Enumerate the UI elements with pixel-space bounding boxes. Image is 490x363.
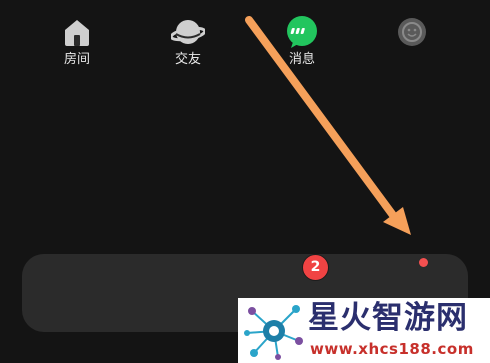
watermark-url: www.xhcs188.com <box>310 340 474 358</box>
watermark-title: 星火智游网 <box>308 300 468 336</box>
planet-icon <box>169 15 207 49</box>
tab-friends[interactable]: 交友 <box>148 0 228 78</box>
smile-face-icon <box>395 15 429 49</box>
profile-notification-dot <box>419 258 428 267</box>
tab-friends-label: 交友 <box>174 52 201 67</box>
tab-room-label: 房间 <box>63 52 90 67</box>
tab-profile[interactable] <box>372 0 452 78</box>
home-icon <box>60 15 94 49</box>
messages-unread-badge: 2 <box>302 254 329 281</box>
chat-bubble-icon <box>285 15 319 49</box>
site-watermark: 星火智游网 www.xhcs188.com <box>238 298 490 363</box>
tab-messages-label: 消息 <box>288 52 315 67</box>
tab-messages[interactable]: 消息 <box>262 0 342 78</box>
network-logo-icon <box>244 305 303 360</box>
tab-room[interactable]: 房间 <box>37 0 117 78</box>
